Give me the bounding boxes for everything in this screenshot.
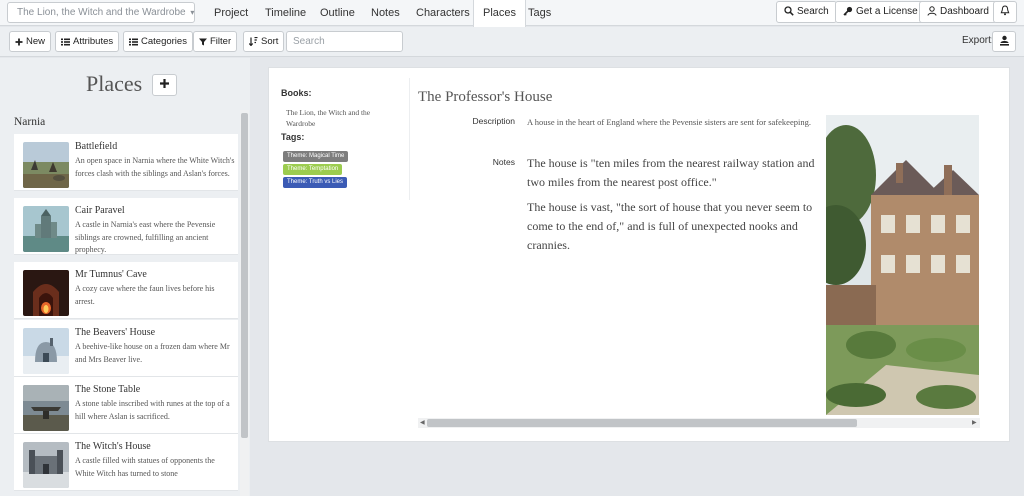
places-sidebar: Places Narnia Battlefield An open space … (0, 58, 250, 496)
nav-characters[interactable]: Characters (407, 0, 479, 26)
item-description: A castle filled with statues of opponent… (75, 456, 215, 478)
filter-label: Filter (210, 36, 232, 47)
search-input[interactable] (286, 31, 403, 52)
list-item[interactable]: Cair Paravel A castle in Narnia's east w… (14, 198, 238, 255)
places-list: Battlefield An open space in Narnia wher… (14, 134, 238, 496)
item-title: The Beavers' House (75, 327, 156, 338)
list-icon (129, 38, 138, 46)
item-title: Cair Paravel (75, 205, 125, 216)
page-title: Places (86, 71, 143, 96)
sort-button[interactable]: Sort (243, 31, 285, 52)
search-icon (784, 6, 794, 16)
nav-project[interactable]: Project (205, 0, 257, 26)
books-label: Books: (281, 88, 312, 98)
place-thumbnail (23, 142, 69, 188)
tags-label: Tags: (281, 132, 305, 142)
dashboard-button[interactable]: Dashboard (919, 1, 997, 23)
get-license-label: Get a License (856, 6, 918, 17)
description-text: A house in the heart of England where th… (527, 117, 811, 127)
notes-paragraph: The house is "ten miles from the nearest… (527, 156, 815, 189)
place-thumbnail (23, 385, 69, 431)
export-label: Export: (962, 35, 994, 46)
bell-icon (1000, 5, 1010, 16)
list-scrollbar-thumb[interactable] (241, 113, 248, 438)
item-title: Battlefield (75, 141, 118, 152)
group-label: Narnia (14, 116, 46, 128)
place-title: The Professor's House (418, 89, 553, 105)
nav-notes[interactable]: Notes (362, 0, 409, 26)
filter-button[interactable]: Filter (193, 31, 238, 52)
chevron-down-icon: ▾ (190, 8, 195, 17)
filter-icon (199, 38, 207, 46)
search-button[interactable]: Search (776, 1, 837, 23)
list-item[interactable]: Battlefield An open space in Narnia wher… (14, 134, 238, 191)
new-button-label: New (26, 36, 46, 47)
list-item[interactable]: The Stone Table A stone table inscribed … (14, 377, 238, 434)
item-description: A cozy cave where the faun lives before … (75, 284, 215, 306)
attributes-button[interactable]: Attributes (55, 31, 120, 52)
item-title: The Stone Table (75, 384, 141, 395)
divider (409, 78, 410, 200)
plus-icon (15, 38, 23, 46)
list-icon (61, 38, 70, 46)
user-icon (927, 6, 937, 16)
notes-label: Notes (492, 157, 515, 167)
list-item[interactable]: The Beavers' House A beehive-like house … (14, 320, 238, 377)
attributes-label: Attributes (73, 36, 114, 47)
place-image (826, 115, 979, 415)
tag-badge[interactable]: Theme: Truth vs Lies (283, 177, 348, 188)
item-title: The Witch's House (75, 441, 151, 452)
nav-timeline[interactable]: Timeline (256, 0, 315, 26)
sort-icon (248, 36, 258, 47)
place-detail-panel: Books: The Lion, the Witch and the Wardr… (268, 67, 1010, 442)
notes-paragraph: The house is vast, "the sort of house th… (527, 200, 813, 252)
scroll-left-icon[interactable]: ◀ (420, 418, 425, 428)
place-thumbnail (23, 328, 69, 374)
book-selector-label: The Lion, the Witch and the Wardrobe (17, 7, 186, 18)
nav-outline[interactable]: Outline (311, 0, 364, 26)
toolbar: New Attributes Categories Filter Sort Ex… (0, 27, 1024, 57)
new-button[interactable]: New (9, 31, 52, 52)
plus-icon (160, 79, 169, 88)
tag-badge[interactable]: Theme: Temptation (283, 164, 343, 175)
add-place-button[interactable] (152, 74, 177, 96)
categories-button[interactable]: Categories (123, 31, 193, 52)
dashboard-label: Dashboard (940, 6, 989, 17)
list-item[interactable]: Mr Tumnus' Cave A cozy cave where the fa… (14, 262, 238, 319)
item-description: An open space in Narnia where the White … (75, 156, 235, 178)
item-description: A beehive-like house on a frozen dam whe… (75, 342, 230, 364)
place-thumbnail (23, 442, 69, 488)
list-item[interactable]: The Witch's House A castle filled with s… (14, 434, 238, 491)
item-description: A stone table inscribed with runes at th… (75, 399, 230, 421)
export-button[interactable] (992, 31, 1016, 52)
item-title: Mr Tumnus' Cave (75, 269, 147, 280)
sort-label: Sort (261, 36, 279, 47)
scroll-right-icon[interactable]: ▶ (972, 418, 977, 428)
get-license-button[interactable]: Get a License (835, 1, 926, 23)
categories-label: Categories (141, 36, 187, 47)
nav-tags[interactable]: Tags (519, 0, 560, 26)
place-thumbnail (23, 270, 69, 316)
key-icon (843, 6, 853, 16)
notifications-button[interactable] (993, 1, 1017, 23)
book-selector[interactable]: The Lion, the Witch and the Wardrobe ▾ (7, 2, 195, 23)
description-label: Description (472, 116, 515, 126)
horizontal-scrollbar-thumb[interactable] (427, 419, 857, 427)
book-link[interactable]: The Lion, the Witch and the Wardrobe (286, 107, 401, 129)
export-icon (999, 35, 1009, 46)
tag-badge[interactable]: Theme: Magical Time (283, 151, 349, 162)
item-description: A castle in Narnia's east where the Peve… (75, 220, 216, 254)
search-button-label: Search (797, 6, 829, 17)
top-navbar: The Lion, the Witch and the Wardrobe ▾ P… (0, 0, 1024, 27)
place-thumbnail (23, 206, 69, 252)
